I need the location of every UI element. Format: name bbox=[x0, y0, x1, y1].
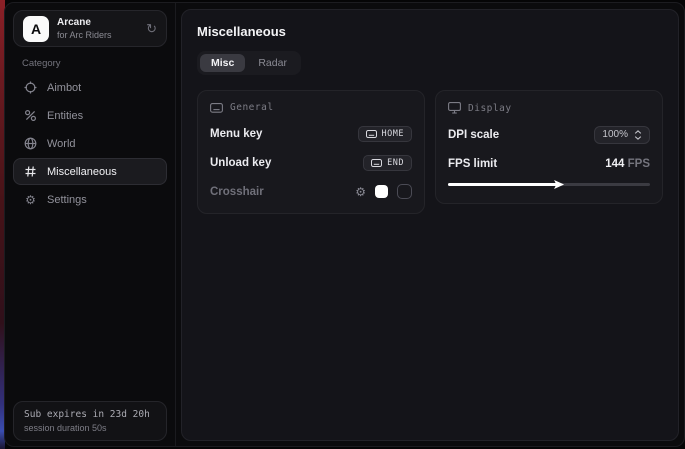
unload-key-row: Unload key END bbox=[210, 154, 412, 171]
sidebar-item-entities[interactable]: Entities bbox=[13, 102, 167, 129]
page-title: Miscellaneous bbox=[197, 24, 663, 39]
menu-key-bind-button[interactable]: HOME bbox=[358, 126, 412, 142]
app-logo: A bbox=[23, 16, 49, 42]
fps-limit-value: 144 FPS bbox=[605, 158, 650, 170]
content-panel: Miscellaneous Misc Radar General bbox=[181, 9, 679, 441]
fps-limit-row: FPS limit 144 FPS bbox=[448, 155, 650, 172]
crosshair-icon bbox=[24, 81, 37, 94]
tab-bar: Misc Radar bbox=[197, 51, 301, 75]
sidebar-item-miscellaneous[interactable]: Miscellaneous bbox=[13, 158, 167, 185]
sub-expiry-text: Sub expires in 23d 20h bbox=[24, 409, 156, 420]
sync-icon[interactable]: ↻ bbox=[146, 22, 157, 35]
fps-slider-fill bbox=[448, 183, 557, 186]
hash-icon bbox=[24, 165, 37, 178]
sidebar-item-label: Miscellaneous bbox=[47, 166, 117, 178]
entities-icon bbox=[24, 109, 37, 122]
tab-misc[interactable]: Misc bbox=[200, 54, 245, 72]
crosshair-label: Crosshair bbox=[210, 186, 264, 198]
sidebar-item-label: Aimbot bbox=[47, 82, 81, 94]
menu-key-row: Menu key HOME bbox=[210, 125, 412, 142]
sidebar-item-label: Settings bbox=[47, 194, 87, 206]
sidebar-nav: Aimbot Entities bbox=[13, 74, 167, 214]
crosshair-row: Crosshair ⚙ bbox=[210, 183, 412, 200]
fps-limit-slider[interactable] bbox=[448, 179, 650, 190]
brand-card: A Arcane for Arc Riders ↻ bbox=[13, 10, 167, 47]
dpi-scale-label: DPI scale bbox=[448, 129, 499, 141]
globe-icon bbox=[24, 137, 37, 150]
display-card-header: Display bbox=[448, 102, 650, 114]
fps-limit-label: FPS limit bbox=[448, 158, 497, 170]
app-window: A Arcane for Arc Riders ↻ Category bbox=[4, 2, 685, 447]
sidebar-item-label: Entities bbox=[47, 110, 83, 122]
general-card-header: General bbox=[210, 102, 412, 113]
unload-key-bind-button[interactable]: END bbox=[363, 155, 412, 171]
crosshair-controls: ⚙ bbox=[355, 184, 412, 199]
general-card: General Menu key HOME bbox=[197, 90, 425, 214]
menu-key-value: HOME bbox=[382, 129, 404, 139]
keyboard-icon bbox=[210, 103, 223, 113]
desktop: A Arcane for Arc Riders ↻ Category bbox=[0, 0, 685, 449]
menu-key-label: Menu key bbox=[210, 128, 262, 140]
keyboard-icon bbox=[371, 159, 382, 167]
monitor-icon bbox=[448, 102, 461, 114]
sidebar-item-settings[interactable]: ⚙ Settings bbox=[13, 186, 167, 213]
sidebar-item-world[interactable]: World bbox=[13, 130, 167, 157]
fps-unit: FPS bbox=[628, 158, 650, 170]
brand-text: Arcane for Arc Riders bbox=[57, 17, 112, 40]
gear-icon: ⚙ bbox=[24, 194, 37, 206]
app-subtitle: for Arc Riders bbox=[57, 30, 112, 40]
dpi-scale-row: DPI scale 100% bbox=[448, 126, 650, 143]
unload-key-value: END bbox=[387, 158, 404, 168]
crosshair-enable-checkbox[interactable] bbox=[397, 184, 412, 199]
display-card-title: Display bbox=[468, 103, 512, 114]
dpi-scale-select[interactable]: 100% bbox=[594, 126, 650, 144]
category-section-label: Category bbox=[22, 58, 61, 69]
general-card-title: General bbox=[230, 102, 274, 113]
sidebar: A Arcane for Arc Riders ↻ Category bbox=[5, 3, 176, 446]
keyboard-icon bbox=[366, 130, 377, 138]
subscription-status-card: Sub expires in 23d 20h session duration … bbox=[13, 401, 167, 441]
settings-cards: General Menu key HOME bbox=[197, 90, 663, 214]
app-title: Arcane bbox=[57, 17, 112, 29]
display-card: Display DPI scale 100% F bbox=[435, 90, 663, 204]
sidebar-item-label: World bbox=[47, 138, 76, 150]
crosshair-settings-gear-icon[interactable]: ⚙ bbox=[355, 186, 366, 198]
session-duration-text: session duration 50s bbox=[24, 423, 156, 433]
unload-key-label: Unload key bbox=[210, 157, 271, 169]
fps-number: 144 bbox=[605, 158, 624, 170]
chevron-up-down-icon bbox=[634, 130, 642, 140]
tab-radar[interactable]: Radar bbox=[247, 54, 298, 72]
dpi-scale-value: 100% bbox=[602, 129, 628, 140]
crosshair-color-swatch[interactable] bbox=[375, 185, 388, 198]
sidebar-item-aimbot[interactable]: Aimbot bbox=[13, 74, 167, 101]
